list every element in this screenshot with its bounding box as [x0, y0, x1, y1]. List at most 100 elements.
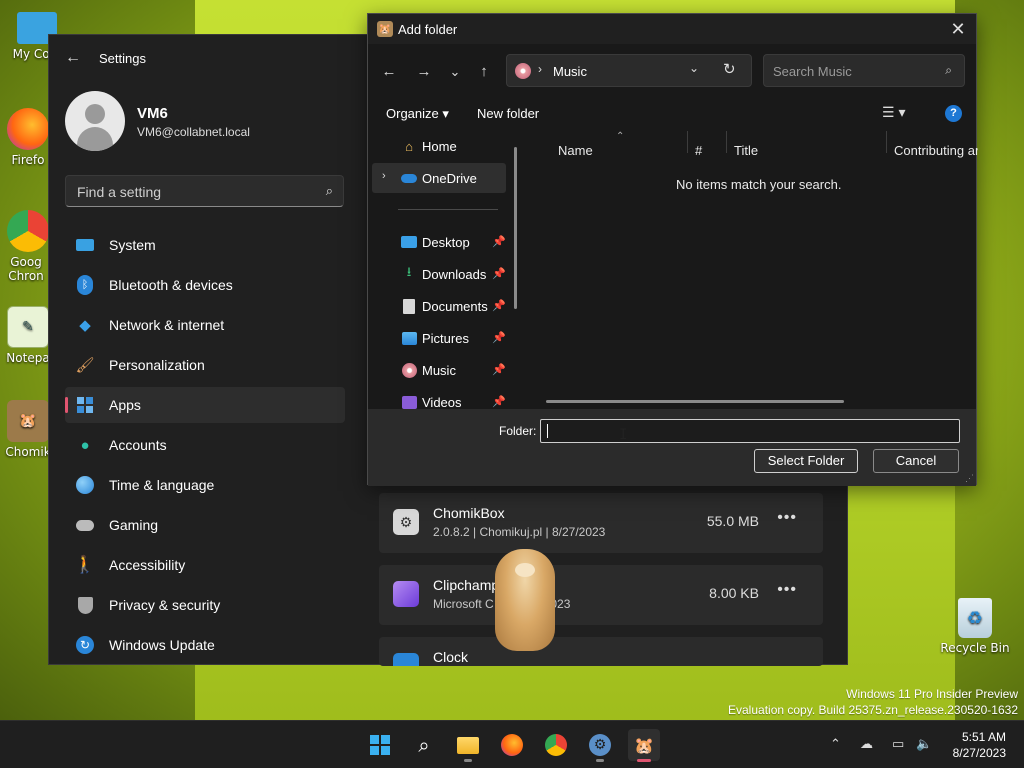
column-contributing-artists[interactable]: Contributing art — [894, 143, 978, 158]
tray-network-offline[interactable]: ☁ — [860, 737, 873, 752]
chevron-down-icon[interactable]: ⌄ — [689, 61, 699, 75]
horizontal-scrollbar[interactable] — [546, 400, 844, 403]
nav-item-apps[interactable]: Apps — [65, 387, 345, 423]
taskbar-firefox[interactable] — [496, 729, 528, 761]
breadcrumb-music[interactable]: Music — [553, 64, 587, 79]
nav-item-privacy[interactable]: Privacy & security — [65, 587, 345, 623]
search-placeholder: Find a setting — [77, 184, 162, 200]
column-name[interactable]: Name — [558, 143, 593, 158]
pin-icon[interactable]: 📌 — [492, 331, 506, 344]
folder-input[interactable] — [540, 419, 960, 443]
nav-label: System — [109, 237, 156, 253]
search-music-input[interactable]: Search Music ⌕ — [763, 54, 965, 87]
organize-button[interactable]: Organize ▾ — [386, 106, 449, 122]
app-row-clipchamp[interactable]: Clipchamp Microsoft C7/2023 8.00 KB ••• — [379, 565, 823, 625]
app-name: Clipchamp — [433, 577, 500, 593]
nav-item-system[interactable]: System — [65, 227, 345, 263]
app-meta: 2.0.8.2 | Chomikuj.pl | 8/27/2023 — [433, 525, 606, 539]
nav-item-network[interactable]: ◆ Network & internet — [65, 307, 345, 343]
windows-start-icon — [370, 735, 390, 755]
home-icon: ⌂ — [405, 138, 413, 154]
view-options-button[interactable]: ☰ ▾ — [882, 104, 905, 121]
app-row-chomikbox[interactable]: ⚙ ChomikBox 2.0.8.2 | Chomikuj.pl | 8/27… — [379, 493, 823, 553]
pin-icon[interactable]: 📌 — [492, 395, 506, 408]
column-separator[interactable] — [886, 131, 887, 153]
column-separator[interactable] — [687, 131, 688, 153]
tray-network[interactable]: ▭ — [892, 737, 904, 752]
app-row-clock[interactable]: Clock — [379, 637, 823, 666]
onedrive-icon — [400, 170, 418, 186]
back-arrow-icon[interactable]: ← — [65, 49, 85, 69]
nav-desktop[interactable]: Desktop 📌 — [372, 227, 506, 257]
taskbar-chomikbox[interactable]: 🐹 — [628, 729, 660, 762]
chevron-right-icon[interactable]: › — [382, 170, 386, 182]
nav-documents[interactable]: Documents 📌 — [372, 291, 506, 321]
back-button[interactable]: ← — [378, 61, 400, 83]
nav-home[interactable]: ⌂ Home — [372, 131, 506, 161]
desktop-icon-label: Notepa — [6, 351, 50, 365]
taskbar-file-explorer[interactable] — [452, 729, 484, 762]
tray-volume[interactable]: 🔈 — [916, 737, 932, 752]
pin-icon[interactable]: 📌 — [492, 235, 506, 248]
more-options-button[interactable]: ••• — [777, 581, 797, 599]
nav-music[interactable]: Music 📌 — [372, 355, 506, 385]
cancel-button[interactable]: Cancel — [873, 449, 959, 473]
watermark-edition: Windows 11 Pro Insider Preview — [846, 687, 1018, 701]
clock-time: 5:51 AM — [961, 730, 1006, 744]
more-options-button[interactable]: ••• — [777, 509, 797, 527]
refresh-icon[interactable]: ↻ — [723, 60, 736, 78]
nav-videos[interactable]: Videos 📌 — [372, 387, 506, 409]
pin-icon[interactable]: 📌 — [492, 267, 506, 280]
nav-pictures[interactable]: Pictures 📌 — [372, 323, 506, 353]
recent-locations-button[interactable]: ⌄ — [444, 61, 466, 83]
address-bar[interactable]: › Music ⌄ ↻ — [506, 54, 752, 87]
accounts-icon: ● — [80, 436, 90, 454]
desktop-icon-label: Chomik — [5, 445, 51, 459]
close-button[interactable]: ✕ — [948, 19, 968, 39]
nav-item-bluetooth[interactable]: ᛒ Bluetooth & devices — [65, 267, 345, 303]
nav-item-time-language[interactable]: Time & language — [65, 467, 345, 503]
apps-icon — [75, 395, 95, 415]
settings-search-input[interactable]: Find a setting ⌕ — [65, 175, 344, 207]
app-size: 8.00 KB — [709, 585, 759, 601]
forward-button[interactable]: → — [413, 61, 435, 83]
nav-label: Privacy & security — [109, 597, 221, 613]
nav-item-windows-update[interactable]: ↻ Windows Update — [65, 627, 345, 663]
nav-label: Home — [422, 139, 457, 154]
column-number[interactable]: # — [695, 143, 702, 158]
taskbar-settings[interactable]: ⚙ — [584, 729, 616, 762]
desktop-icon-recycle-bin[interactable]: ♻ Recycle Bin — [940, 598, 1010, 655]
pin-icon[interactable]: 📌 — [492, 363, 506, 376]
nav-label: Downloads — [422, 267, 487, 282]
running-indicator — [464, 759, 472, 762]
documents-icon — [400, 298, 418, 314]
pin-icon[interactable]: 📌 — [492, 299, 506, 312]
avatar-head — [85, 104, 105, 124]
nav-item-gaming[interactable]: Gaming — [65, 507, 345, 543]
music-icon — [515, 63, 531, 79]
nav-item-accounts[interactable]: ● Accounts — [65, 427, 345, 463]
nav-downloads[interactable]: ⭳ Downloads 📌 — [372, 259, 506, 289]
show-hidden-icons-button[interactable]: ⌃ — [830, 737, 841, 752]
taskbar-search-button[interactable]: ⌕ — [408, 729, 440, 761]
settings-title: Settings — [99, 51, 146, 66]
new-folder-button[interactable]: New folder — [477, 106, 539, 121]
search-placeholder: Search Music — [773, 64, 852, 79]
resize-grip-icon[interactable]: ⋰ — [965, 473, 974, 484]
desktop-icon-label: Recycle Bin — [940, 641, 1010, 655]
recycle-bin-icon: ♻ — [958, 598, 992, 638]
column-separator[interactable] — [726, 131, 727, 153]
select-folder-button[interactable]: Select Folder — [754, 449, 858, 473]
taskbar-clock[interactable]: 5:51 AM 8/27/2023 — [953, 729, 1006, 761]
up-button[interactable]: ↑ — [473, 61, 495, 83]
nav-pane-scrollbar[interactable] — [514, 147, 517, 309]
taskbar-chrome[interactable] — [540, 729, 572, 761]
running-indicator — [596, 759, 604, 762]
nav-item-personalization[interactable]: 🖌 Personalization — [65, 347, 345, 383]
nav-onedrive[interactable]: › OneDrive — [372, 163, 506, 193]
start-button[interactable] — [364, 729, 396, 761]
column-title[interactable]: Title — [734, 143, 758, 158]
nav-item-accessibility[interactable]: 🚶 Accessibility — [65, 547, 345, 583]
help-button[interactable]: ? — [945, 105, 962, 122]
avatar[interactable] — [65, 91, 125, 151]
